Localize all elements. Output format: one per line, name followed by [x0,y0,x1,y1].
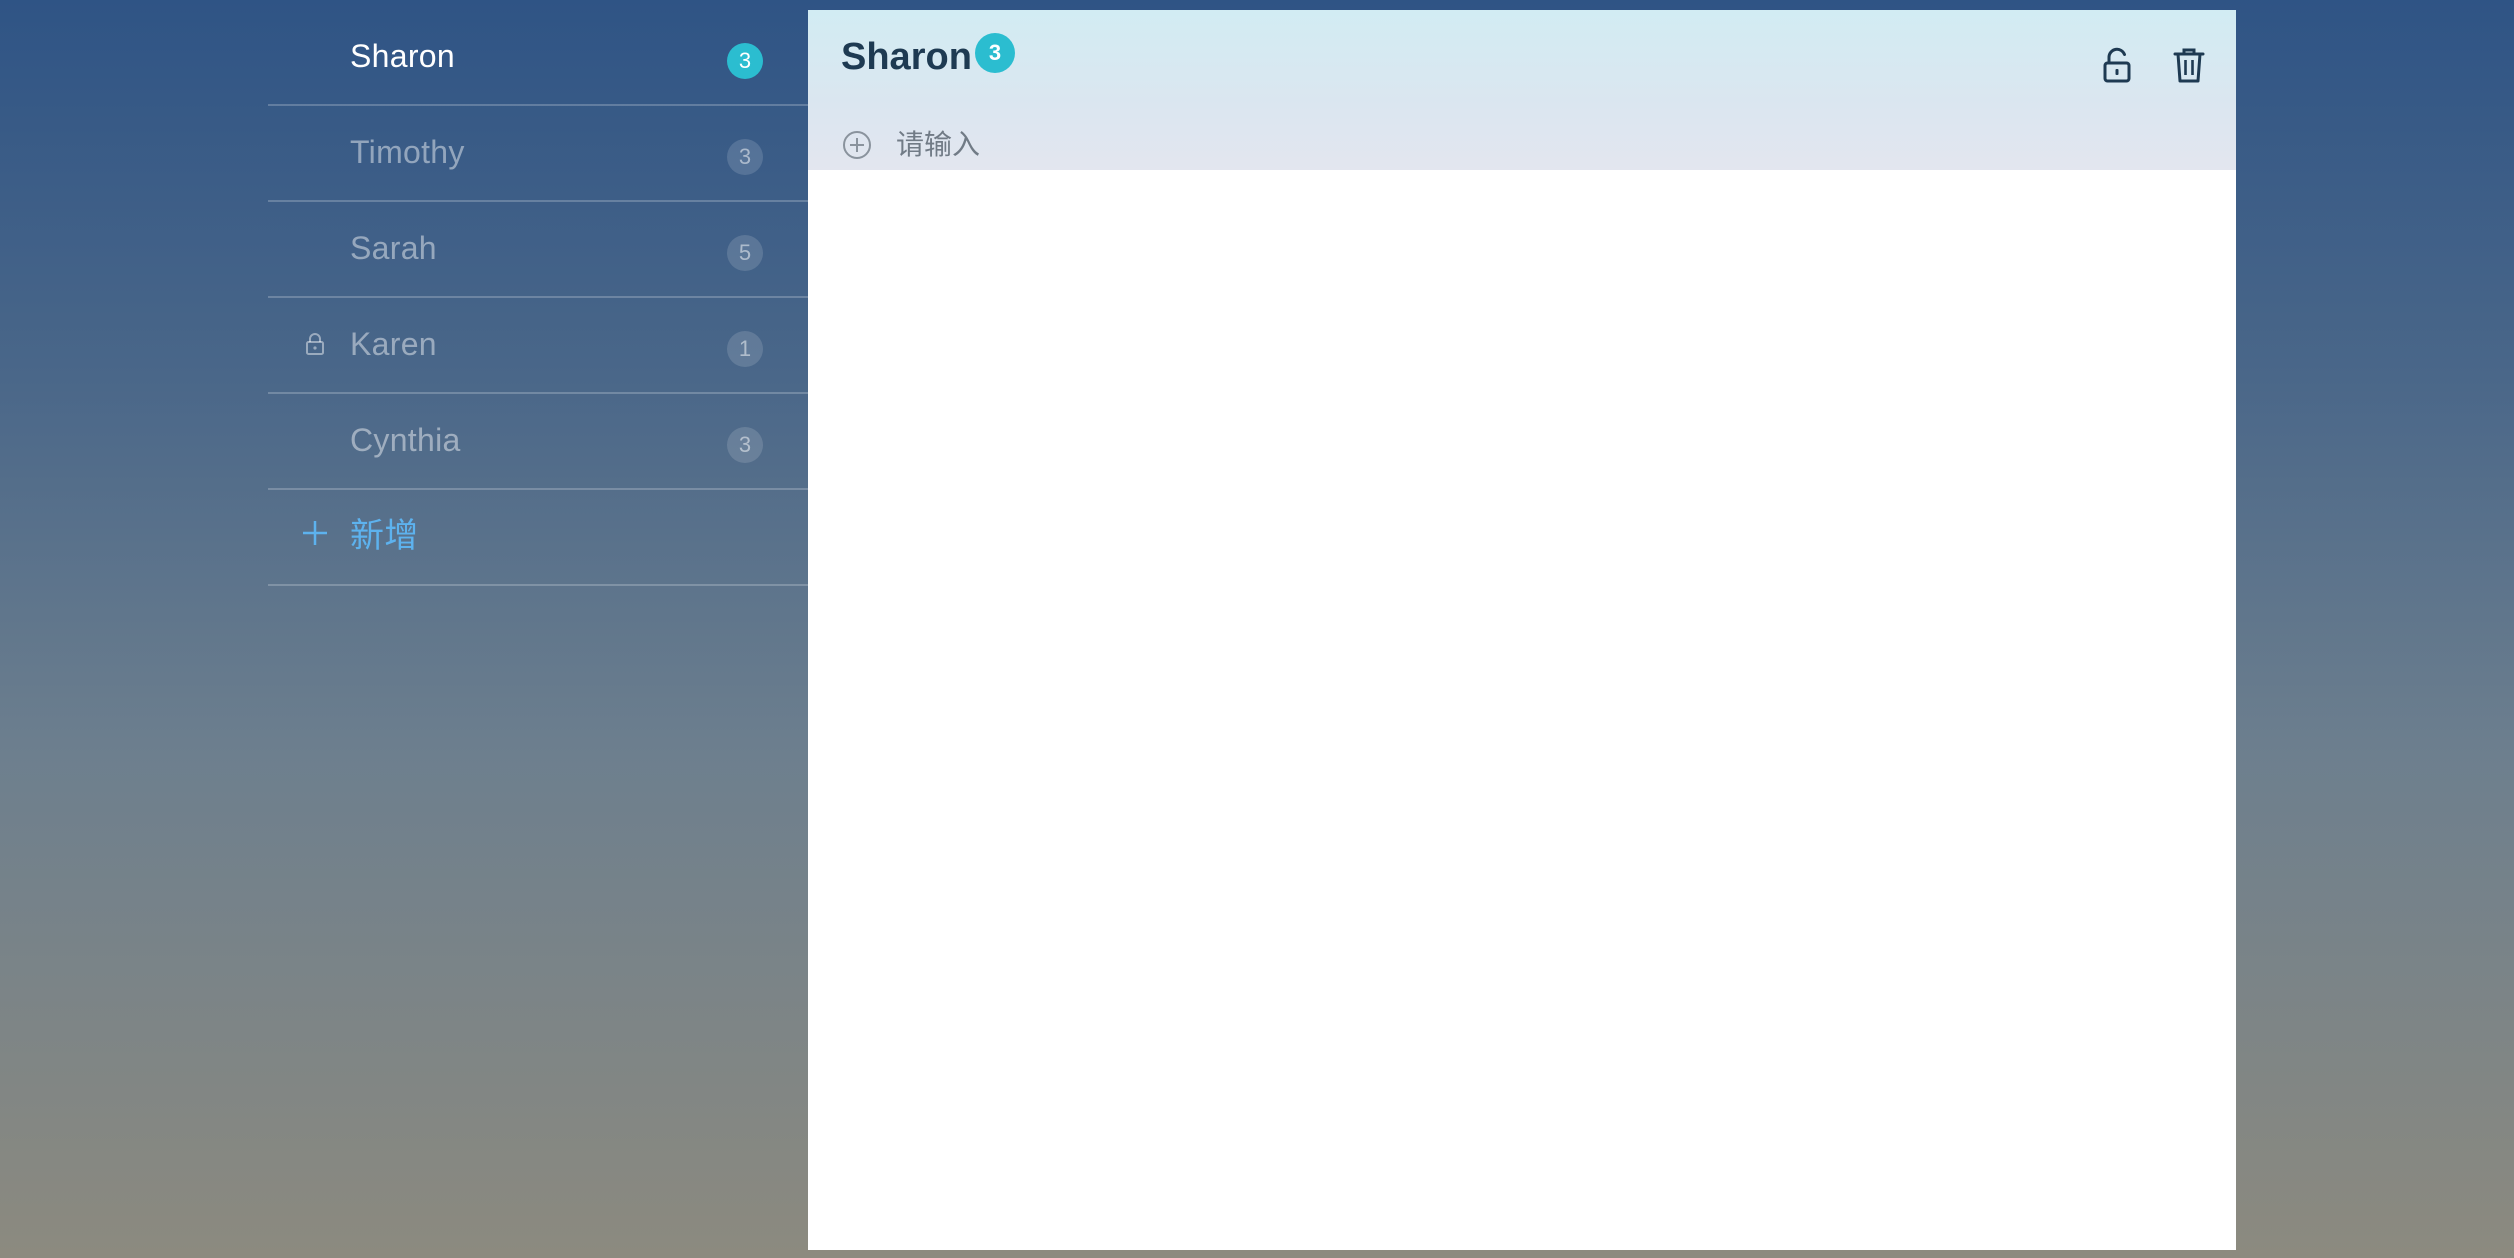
sidebar-item-label: Karen [350,326,437,362]
new-todo-input[interactable] [896,122,2196,166]
panel-header: Sharon 3 [808,10,2236,170]
sidebar-item-sarah[interactable]: Sarah 5 [268,202,808,298]
count-badge: 3 [727,43,763,79]
page-title: Sharon [841,36,972,78]
sidebar-item-timothy[interactable]: Timothy 3 [268,106,808,202]
list-sidebar: Sharon 3 Timothy 3 Sarah 5 Karen 1 Cynth… [268,10,808,586]
count-badge: 1 [727,331,763,367]
sidebar-item-karen[interactable]: Karen 1 [268,298,808,394]
sidebar-item-label: Timothy [350,134,465,170]
sidebar-item-sharon[interactable]: Sharon 3 [268,10,808,106]
lock-icon [306,333,324,355]
count-badge: 3 [727,427,763,463]
sidebar-item-cynthia[interactable]: Cynthia 3 [268,394,808,490]
plus-icon [303,521,327,545]
sidebar-item-label: Sarah [350,230,437,266]
unlock-icon[interactable] [2100,46,2134,84]
count-badge: 3 [727,139,763,175]
count-badge: 3 [975,33,1015,73]
add-circle-icon[interactable] [842,130,872,160]
todo-panel: Sharon 3 [808,10,2236,1250]
add-list-label: 新增 [350,517,419,555]
sidebar-item-label: Cynthia [350,422,461,458]
trash-icon[interactable] [2172,46,2206,84]
sidebar-item-label: Sharon [350,38,455,74]
new-todo-row [808,118,2236,170]
count-badge: 5 [727,235,763,271]
add-list-button[interactable]: 新增 [268,490,808,586]
